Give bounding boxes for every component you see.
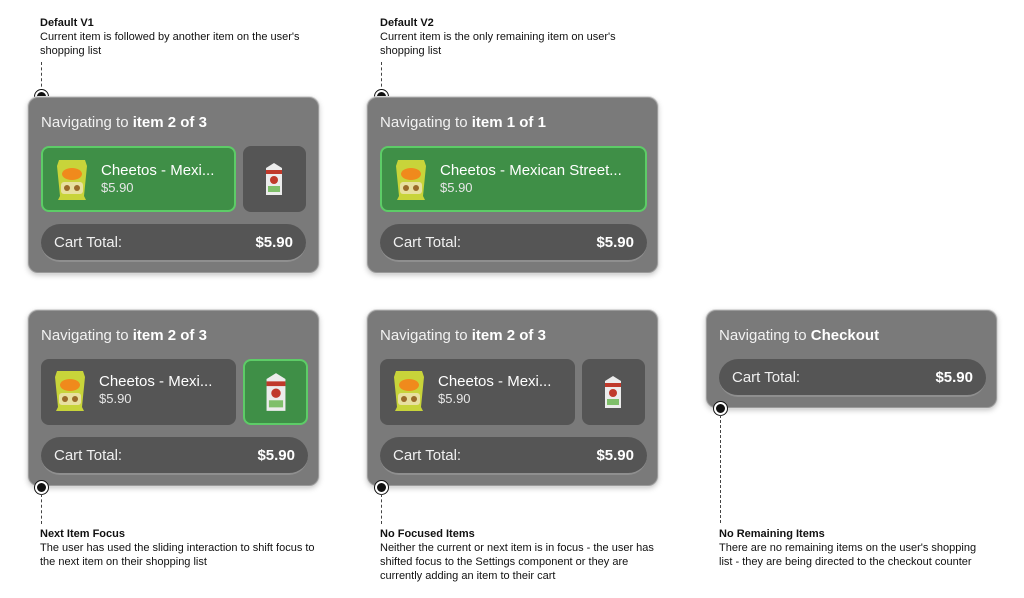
nav-target: item 1 of 1: [471, 114, 546, 131]
cart-total-value: $5.90: [935, 369, 973, 386]
annotation-description: Current item is the only remaining item …: [380, 31, 616, 57]
cheetos-bag-icon: [55, 371, 85, 411]
nav-target: item 2 of 3: [471, 327, 546, 344]
connector-dot: [714, 402, 727, 415]
cart-total-value: $5.90: [596, 234, 634, 251]
next-item-card[interactable]: [243, 146, 306, 212]
nav-title: Navigating to item 2 of 3: [380, 327, 546, 344]
nav-target: Checkout: [810, 327, 880, 344]
annotation-no-focused-items: No Focused Items Neither the current or …: [380, 527, 670, 583]
annotation-title: No Focused Items: [380, 528, 475, 540]
cart-total-value: $5.90: [255, 234, 293, 251]
cart-total-label: Cart Total:: [54, 234, 123, 251]
nav-card-next-item-focus: Navigating to item 2 of 3 Cheetos - Mexi…: [28, 310, 319, 486]
item-name: Cheetos - Mexi...: [101, 162, 215, 179]
next-item-card[interactable]: [582, 359, 645, 425]
annotation-title: Default V2: [380, 17, 434, 29]
nav-card-default-v1: Navigating to item 2 of 3 Cheetos - Mexi…: [28, 97, 319, 273]
connector-line: [381, 494, 382, 524]
item-name: Cheetos - Mexi...: [99, 373, 213, 390]
item-name: Cheetos - Mexican Street...: [440, 162, 622, 179]
current-item-card[interactable]: Cheetos - Mexi... $5.90: [41, 146, 236, 212]
annotation-description: The user has used the sliding interactio…: [40, 542, 315, 568]
cart-total-label: Cart Total:: [393, 234, 462, 251]
cart-total-bar: Cart Total: $5.90: [41, 224, 306, 262]
current-item-card[interactable]: Cheetos - Mexi... $5.90: [380, 359, 575, 425]
annotation-title: Default V1: [40, 17, 94, 29]
item-price: $5.90: [101, 180, 134, 195]
annotation-default-v1: Default V1 Current item is followed by a…: [40, 16, 310, 58]
cart-total-bar: Cart Total: $5.90: [719, 359, 986, 397]
connector-dot: [35, 481, 48, 494]
annotation-description: Current item is followed by another item…: [40, 31, 300, 57]
item-price: $5.90: [440, 180, 473, 195]
item-name: Cheetos - Mexi...: [438, 373, 552, 390]
nav-title: Navigating to item 1 of 1: [380, 114, 546, 131]
annotation-description: There are no remaining items on the user…: [719, 542, 977, 568]
cart-total-bar: Cart Total: $5.90: [380, 437, 647, 475]
nav-target: item 2 of 3: [132, 327, 207, 344]
nav-title: Navigating to Checkout: [719, 327, 880, 344]
annotation-description: Neither the current or next item is in f…: [380, 542, 654, 582]
cart-total-bar: Cart Total: $5.90: [380, 224, 647, 262]
cheetos-bag-icon: [396, 160, 426, 200]
connector-dot: [375, 481, 388, 494]
annotation-no-remaining-items: No Remaining Items There are no remainin…: [719, 527, 989, 569]
milk-carton-icon: [266, 163, 282, 195]
cart-total-value: $5.90: [257, 447, 295, 464]
cheetos-bag-icon: [394, 371, 424, 411]
milk-carton-icon: [266, 373, 286, 411]
cart-total-bar: Cart Total: $5.90: [41, 437, 308, 475]
cart-total-value: $5.90: [596, 447, 634, 464]
next-item-card[interactable]: [243, 359, 308, 425]
annotation-default-v2: Default V2 Current item is the only rema…: [380, 16, 650, 58]
connector-line: [41, 494, 42, 524]
current-item-card[interactable]: Cheetos - Mexican Street... $5.90: [380, 146, 647, 212]
nav-title: Navigating to item 2 of 3: [41, 327, 207, 344]
milk-carton-icon: [605, 376, 621, 408]
item-price: $5.90: [99, 391, 132, 406]
cheetos-bag-icon: [57, 160, 87, 200]
current-item-card[interactable]: Cheetos - Mexi... $5.90: [41, 359, 236, 425]
annotation-title: No Remaining Items: [719, 528, 825, 540]
cart-total-label: Cart Total:: [393, 447, 462, 464]
nav-card-checkout: Navigating to Checkout Cart Total: $5.90: [706, 310, 997, 408]
connector-line: [381, 62, 382, 92]
item-price: $5.90: [438, 391, 471, 406]
cart-total-label: Cart Total:: [732, 369, 801, 386]
annotation-next-item-focus: Next Item Focus The user has used the sl…: [40, 527, 330, 569]
connector-line: [41, 62, 42, 92]
annotation-title: Next Item Focus: [40, 528, 125, 540]
nav-card-no-focused-items: Navigating to item 2 of 3 Cheetos - Mexi…: [367, 310, 658, 486]
nav-card-default-v2: Navigating to item 1 of 1 Cheetos - Mexi…: [367, 97, 658, 273]
nav-target: item 2 of 3: [132, 114, 207, 131]
connector-line: [720, 415, 721, 523]
cart-total-label: Cart Total:: [54, 447, 123, 464]
nav-title: Navigating to item 2 of 3: [41, 114, 207, 131]
